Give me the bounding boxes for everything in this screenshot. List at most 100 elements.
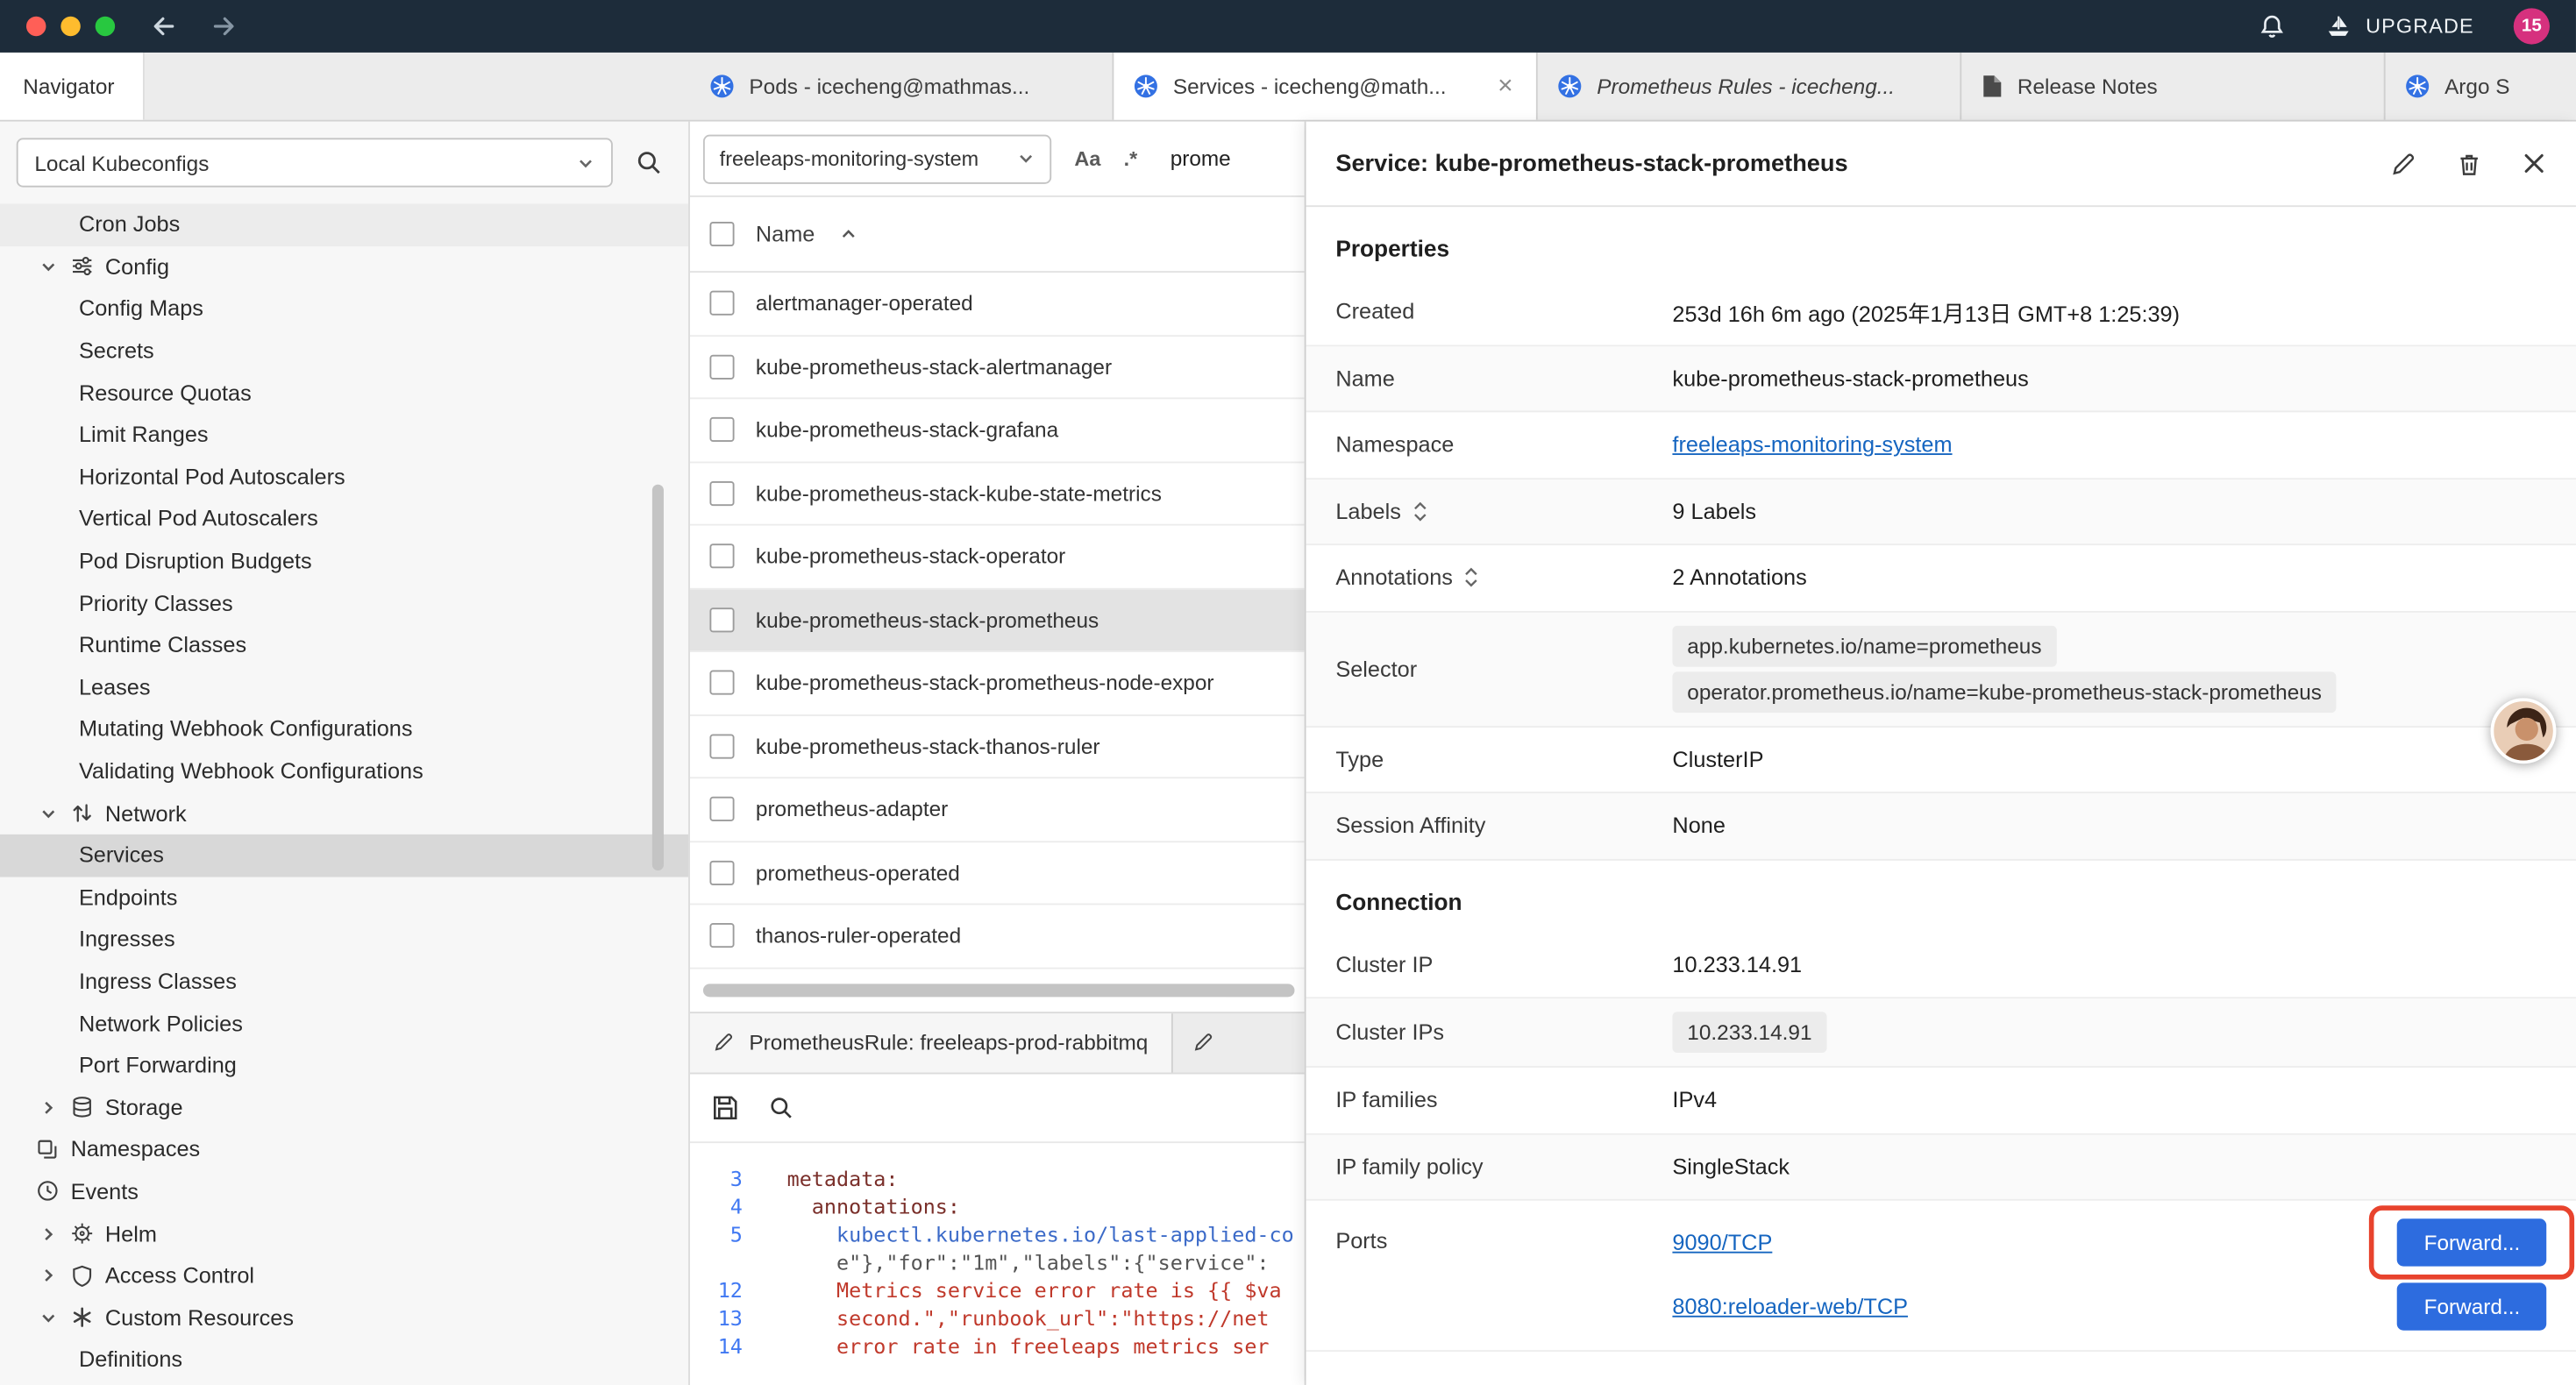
namespace-filter-dropdown[interactable]: freeleaps-monitoring-system xyxy=(703,134,1051,183)
navigator-panel-tab[interactable]: Navigator xyxy=(0,53,145,120)
zoom-window-button[interactable] xyxy=(96,17,115,36)
editor-tab-partial[interactable] xyxy=(1172,1012,1233,1071)
row-checkbox[interactable] xyxy=(709,860,734,884)
sidebar-item-helm[interactable]: Helm xyxy=(0,1212,688,1254)
notification-count-badge[interactable]: 15 xyxy=(2514,8,2550,44)
sidebar-item-limit-ranges[interactable]: Limit Ranges xyxy=(0,414,688,456)
close-window-button[interactable] xyxy=(26,17,46,36)
edit-pencil-icon[interactable] xyxy=(2390,150,2416,176)
bell-icon[interactable] xyxy=(2259,13,2285,39)
search-input[interactable]: prome xyxy=(1171,146,1231,171)
row-checkbox[interactable] xyxy=(709,291,734,316)
sidebar-item-events[interactable]: Events xyxy=(0,1170,688,1212)
search-icon[interactable] xyxy=(769,1095,793,1119)
sidebar-item-ingress-classes[interactable]: Ingress Classes xyxy=(0,961,688,1003)
avatar[interactable] xyxy=(2491,698,2557,764)
table-row-kube-prometheus-stack-prometheus[interactable]: kube-prometheus-stack-prometheus xyxy=(690,589,1305,652)
table-row-kube-prometheus-stack-grafana[interactable]: kube-prometheus-stack-grafana xyxy=(690,399,1305,462)
sidebar-item-definitions[interactable]: Definitions xyxy=(0,1339,688,1381)
sort-updown-icon[interactable] xyxy=(1413,501,1427,522)
save-icon[interactable] xyxy=(711,1093,739,1121)
forward-arrow-icon[interactable] xyxy=(210,13,237,39)
row-checkbox[interactable] xyxy=(709,417,734,442)
tab-services-icecheng-math[interactable]: Services - icecheng@math...× xyxy=(1114,53,1537,120)
sidebar-item-config-maps[interactable]: Config Maps xyxy=(0,288,688,330)
row-checkbox[interactable] xyxy=(709,797,734,821)
horizontal-scrollbar-thumb[interactable] xyxy=(703,983,1295,996)
sidebar-item-horizontal-pod-autoscalers[interactable]: Horizontal Pod Autoscalers xyxy=(0,456,688,498)
table-row-alertmanager-operated[interactable]: alertmanager-operated xyxy=(690,273,1305,336)
sidebar-item-mutating-webhook-configurations[interactable]: Mutating Webhook Configurations xyxy=(0,708,688,750)
sidebar-item-validating-webhook-configurations[interactable]: Validating Webhook Configurations xyxy=(0,750,688,792)
sort-updown-icon[interactable] xyxy=(1464,567,1479,588)
sidebar-item-resource-quotas[interactable]: Resource Quotas xyxy=(0,372,688,414)
detail-value: 10.233.14.91 xyxy=(1672,1005,2546,1060)
table-row-kube-prometheus-stack-operator[interactable]: kube-prometheus-stack-operator xyxy=(690,526,1305,589)
tab-prometheus-rules-icecheng[interactable]: Prometheus Rules - icecheng... xyxy=(1538,53,1961,120)
table-row-thanos-ruler-operated[interactable]: thanos-ruler-operated xyxy=(690,905,1305,968)
port-link[interactable]: 8080:reloader-web/TCP xyxy=(1672,1294,1908,1318)
sidebar-item-secrets[interactable]: Secrets xyxy=(0,330,688,372)
sidebar-item-pod-disruption-budgets[interactable]: Pod Disruption Budgets xyxy=(0,540,688,582)
row-checkbox[interactable] xyxy=(709,481,734,506)
table-row-kube-prometheus-stack-prometheus-node-expor[interactable]: kube-prometheus-stack-prometheus-node-ex… xyxy=(690,652,1305,715)
name-column-header[interactable]: Name xyxy=(756,222,815,246)
sidebar-item-runtime-classes[interactable]: Runtime Classes xyxy=(0,624,688,666)
upgrade-button[interactable]: UPGRADE xyxy=(2324,14,2474,39)
search-icon[interactable] xyxy=(636,150,662,176)
table-row-kube-prometheus-stack-kube-state-metrics[interactable]: kube-prometheus-stack-kube-state-metrics xyxy=(690,462,1305,525)
close-icon[interactable]: × xyxy=(1494,73,1516,99)
minimize-window-button[interactable] xyxy=(60,17,80,36)
row-checkbox[interactable] xyxy=(709,671,734,695)
sidebar-item-label: Endpoints xyxy=(79,885,178,910)
case-sensitive-toggle[interactable]: Aa xyxy=(1074,147,1100,170)
row-checkbox[interactable] xyxy=(709,544,734,569)
trash-icon[interactable] xyxy=(2456,150,2482,176)
yaml-editor[interactable]: 3 metadata:4 annotations:5 kubectl.kuber… xyxy=(690,1142,1305,1385)
table-row-kube-prometheus-stack-alertmanager[interactable]: kube-prometheus-stack-alertmanager xyxy=(690,336,1305,399)
sidebar-item-vertical-pod-autoscalers[interactable]: Vertical Pod Autoscalers xyxy=(0,498,688,540)
sidebar-item-config[interactable]: Config xyxy=(0,245,688,288)
sort-ascending-icon[interactable] xyxy=(839,225,857,244)
kubeconfig-selector[interactable]: Local Kubeconfigs xyxy=(17,138,613,187)
sidebar-item-custom-resources[interactable]: Custom Resources xyxy=(0,1296,688,1339)
row-checkbox[interactable] xyxy=(709,607,734,632)
sidebar-item-ingresses[interactable]: Ingresses xyxy=(0,919,688,961)
sidebar-item-access-control[interactable]: Access Control xyxy=(0,1254,688,1296)
sidebar-item-namespaces[interactable]: Namespaces xyxy=(0,1128,688,1170)
forward-button[interactable]: Forward... xyxy=(2398,1218,2547,1265)
sidebar-item-port-forwarding[interactable]: Port Forwarding xyxy=(0,1044,688,1086)
sidebar-item-network-policies[interactable]: Network Policies xyxy=(0,1002,688,1044)
sidebar-item-priority-classes[interactable]: Priority Classes xyxy=(0,582,688,624)
row-checkbox[interactable] xyxy=(709,923,734,948)
select-all-checkbox[interactable] xyxy=(709,222,734,246)
sidebar-item-services[interactable]: Services xyxy=(0,835,688,877)
forward-button[interactable]: Forward... xyxy=(2398,1282,2547,1329)
sidebar-item-cron-jobs[interactable]: Cron Jobs xyxy=(0,203,688,245)
back-arrow-icon[interactable] xyxy=(151,13,177,39)
chevron-down-icon[interactable] xyxy=(36,258,59,276)
sidebar-item-storage[interactable]: Storage xyxy=(0,1086,688,1128)
sidebar-item-endpoints[interactable]: Endpoints xyxy=(0,877,688,919)
row-checkbox[interactable] xyxy=(709,354,734,379)
table-row-kube-prometheus-stack-thanos-ruler[interactable]: kube-prometheus-stack-thanos-ruler xyxy=(690,715,1305,778)
chevron-right-icon[interactable] xyxy=(36,1098,59,1117)
editor-tab-prometheusrule[interactable]: PrometheusRule: freeleaps-prod-rabbitmq xyxy=(690,1012,1172,1071)
table-row-prometheus-adapter[interactable]: prometheus-adapter xyxy=(690,778,1305,842)
sidebar-item-network[interactable]: Network xyxy=(0,792,688,835)
table-row-prometheus-operated[interactable]: prometheus-operated xyxy=(690,842,1305,905)
namespace-link[interactable]: freeleaps-monitoring-system xyxy=(1672,432,1952,457)
sidebar-scrollbar[interactable] xyxy=(652,485,664,870)
regex-toggle[interactable]: .* xyxy=(1124,147,1138,170)
chevron-right-icon[interactable] xyxy=(36,1267,59,1285)
chevron-down-icon[interactable] xyxy=(36,804,59,822)
chevron-down-icon[interactable] xyxy=(36,1309,59,1327)
sidebar-item-leases[interactable]: Leases xyxy=(0,666,688,708)
close-icon[interactable] xyxy=(2522,151,2546,175)
tab-release-notes[interactable]: Release Notes xyxy=(1961,53,2385,120)
tab-argo-s[interactable]: Argo S xyxy=(2386,53,2576,120)
row-checkbox[interactable] xyxy=(709,734,734,758)
port-link[interactable]: 9090/TCP xyxy=(1672,1229,1772,1254)
tab-pods-icecheng-mathmas[interactable]: Pods - icecheng@mathmas... xyxy=(690,53,1114,120)
chevron-right-icon[interactable] xyxy=(36,1225,59,1243)
